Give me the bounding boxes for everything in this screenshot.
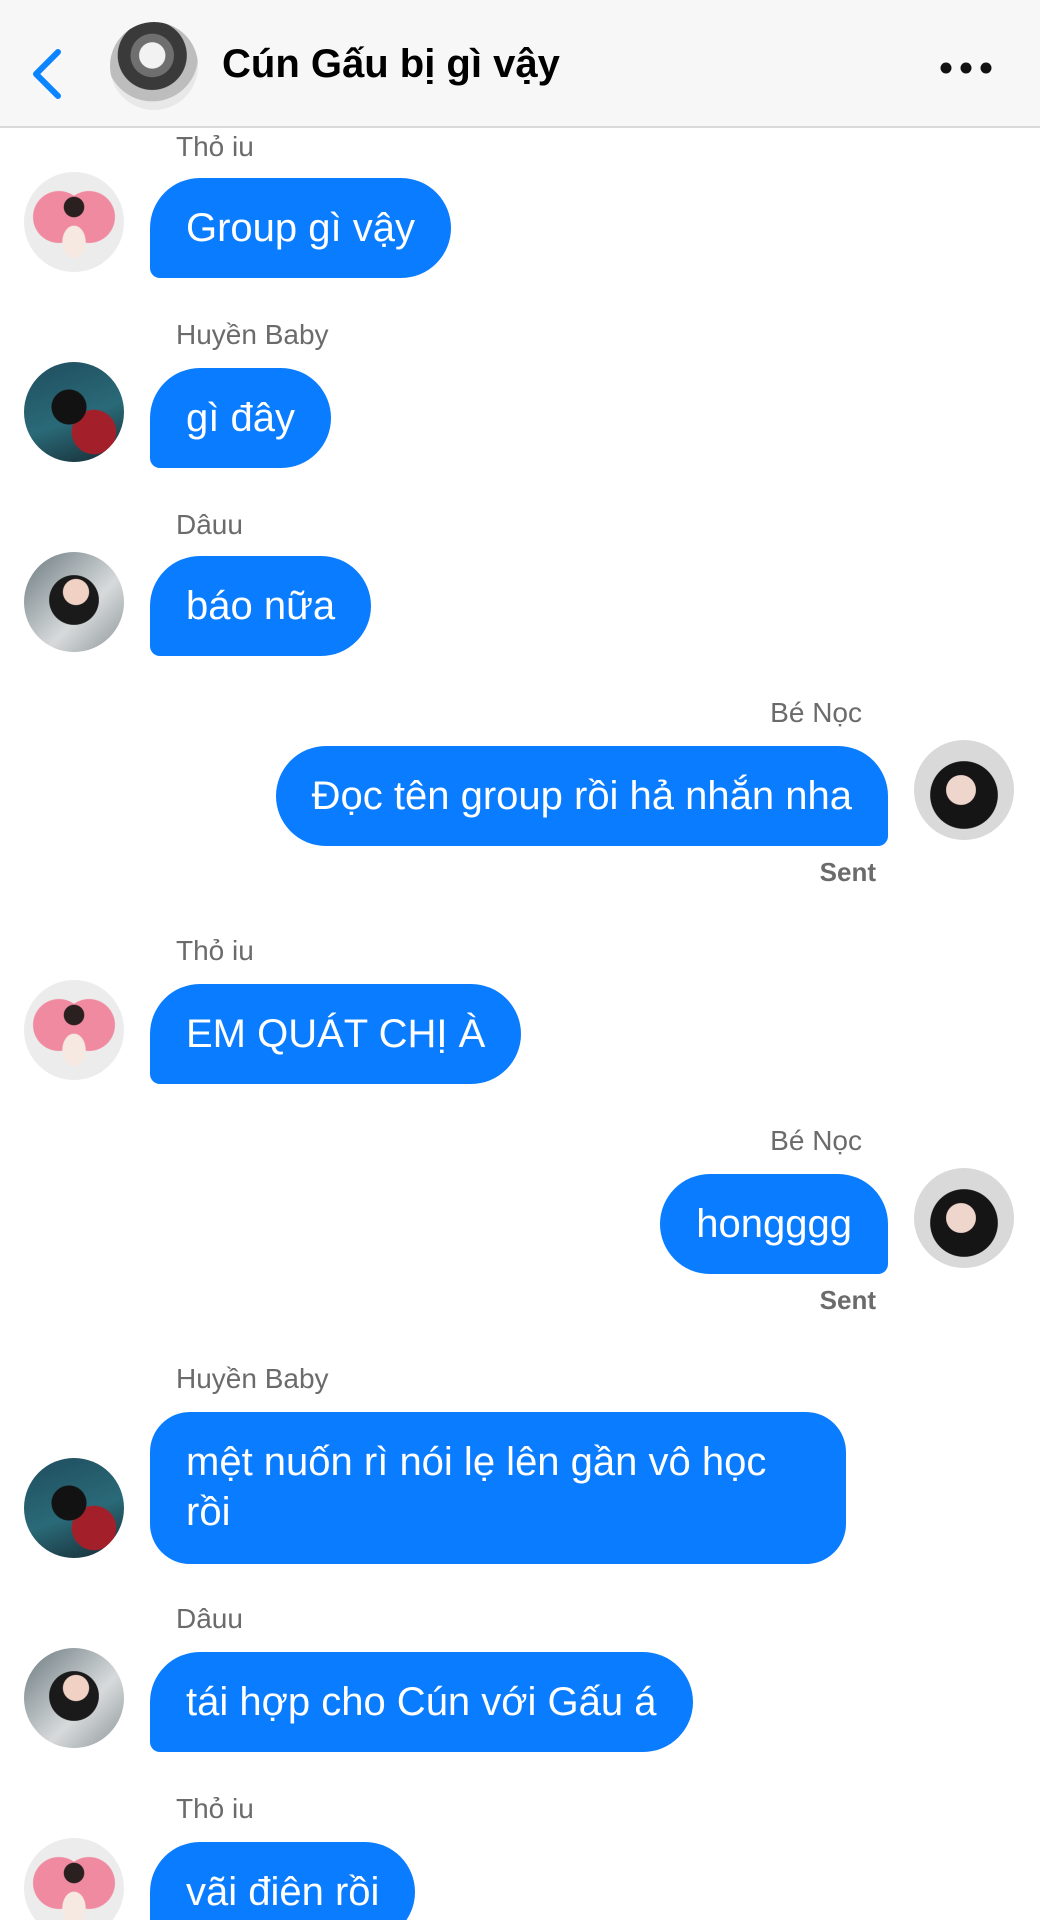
message-status: Sent <box>819 1285 876 1315</box>
sender-name: Thỏ iu <box>176 1793 254 1824</box>
message-bubble[interactable]: EM QUÁT CHỊ À <box>150 984 522 1084</box>
avatar[interactable] <box>24 362 124 462</box>
avatar[interactable] <box>24 1838 124 1920</box>
sender-name: Dâuu <box>176 509 243 540</box>
sender-name: Bé Nọc <box>770 697 862 728</box>
sender-name: Huyền Baby <box>176 1363 329 1394</box>
avatar[interactable] <box>24 172 124 272</box>
avatar[interactable] <box>24 1648 124 1748</box>
message-bubble[interactable]: gì đây <box>150 368 331 468</box>
message-bubble[interactable]: báo nữa <box>150 556 372 656</box>
message-bubble[interactable]: tái hợp cho Cún với Gấu á <box>150 1652 693 1752</box>
chat-title[interactable]: Cún Gấu bị gì vậy <box>222 40 560 88</box>
message-bubble[interactable]: mệt nuốn rì nói lẹ lên gần vô học rồi <box>150 1412 846 1564</box>
more-icon <box>940 62 992 74</box>
sender-name: Huyền Baby <box>176 319 329 350</box>
avatar[interactable] <box>24 552 124 652</box>
message-bubble[interactable]: Đọc tên group rồi hả nhắn nha <box>275 746 888 846</box>
avatar[interactable] <box>24 1458 124 1558</box>
message-list[interactable]: Thỏ iu Group gì vậy Huyền Baby gì đây Dâ… <box>0 128 1040 1920</box>
sender-name: Dâuu <box>176 1603 243 1634</box>
message-bubble[interactable]: Group gì vậy <box>150 178 452 278</box>
sender-name: Thỏ iu <box>176 935 254 966</box>
group-avatar[interactable] <box>110 22 198 110</box>
sender-name: Bé Nọc <box>770 1125 862 1156</box>
chat-header: Cún Gấu bị gì vậy <box>0 0 1040 128</box>
avatar[interactable] <box>24 980 124 1080</box>
chevron-left-icon <box>33 49 61 99</box>
sender-name: Thỏ iu <box>176 131 254 162</box>
avatar[interactable] <box>914 740 1014 840</box>
back-button[interactable] <box>26 44 70 104</box>
message-bubble[interactable]: hongggg <box>660 1174 888 1274</box>
more-options-button[interactable] <box>938 56 994 80</box>
avatar[interactable] <box>914 1168 1014 1268</box>
message-bubble[interactable]: vãi điên rồi <box>150 1842 416 1920</box>
message-status: Sent <box>819 857 876 887</box>
